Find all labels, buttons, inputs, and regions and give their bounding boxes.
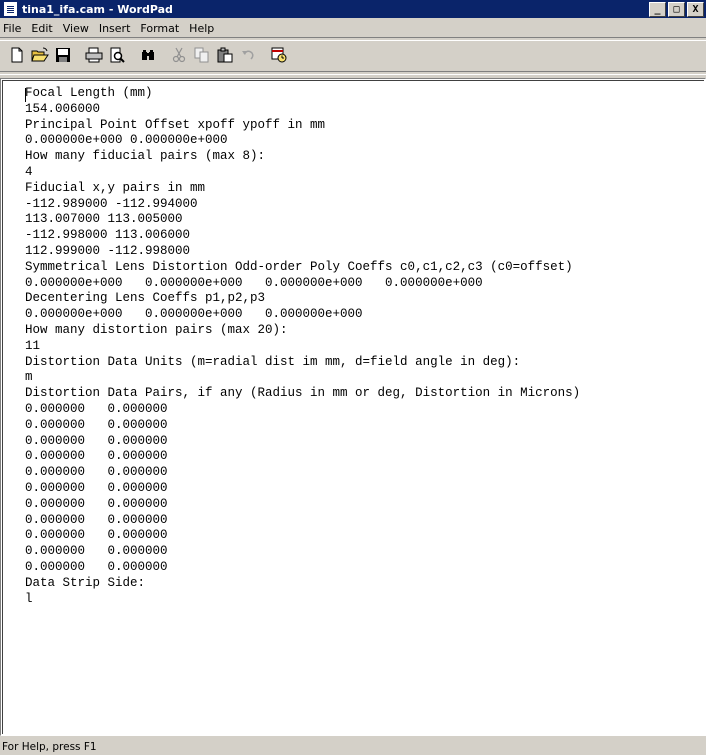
undo-icon: [242, 50, 254, 60]
document-line[interactable]: 112.999000 -112.998000: [25, 244, 580, 260]
document-line[interactable]: -112.998000 113.006000: [25, 228, 580, 244]
document-line[interactable]: 0.000000 0.000000: [25, 434, 580, 450]
print-icon: [85, 47, 103, 63]
standard-toolbar: [0, 40, 706, 70]
document-line[interactable]: Distortion Data Units (m=radial dist im …: [25, 355, 580, 371]
toolbar-divider-bottom: [0, 71, 706, 75]
document-line[interactable]: How many fiducial pairs (max 8):: [25, 149, 580, 165]
copy-button[interactable]: [191, 44, 213, 66]
document-line[interactable]: 0.000000 0.000000: [25, 560, 580, 576]
menu-view[interactable]: View: [58, 22, 94, 35]
menu-file[interactable]: File: [0, 22, 26, 35]
find-icon: [142, 50, 154, 60]
menu-insert[interactable]: Insert: [94, 22, 136, 35]
document-line[interactable]: 0.000000 0.000000: [25, 513, 580, 529]
document-line[interactable]: 4: [25, 165, 580, 181]
document-line[interactable]: 0.000000 0.000000: [25, 497, 580, 513]
document-line[interactable]: 0.000000e+000 0.000000e+000: [25, 133, 580, 149]
print-preview-button[interactable]: [106, 44, 128, 66]
document-line[interactable]: 11: [25, 339, 580, 355]
document-line[interactable]: m: [25, 370, 580, 386]
close-button[interactable]: X: [687, 1, 704, 17]
open-icon: [31, 47, 49, 62]
date-time-icon: [271, 47, 287, 63]
paste-button[interactable]: [214, 44, 236, 66]
save-icon: [56, 48, 70, 62]
document-line[interactable]: 0.000000 0.000000: [25, 481, 580, 497]
wordpad-app-icon[interactable]: [4, 2, 17, 16]
document-text[interactable]: Focal Length (mm) 154.006000 Principal Poi…: [25, 86, 580, 607]
cut-button[interactable]: [168, 44, 190, 66]
menu-bar: File Edit View Insert Format Help: [0, 19, 706, 37]
document-line[interactable]: Decentering Lens Coeffs p1,p2,p3: [25, 291, 580, 307]
find-button[interactable]: [137, 44, 159, 66]
document-line[interactable]: 0.000000e+000 0.000000e+000 0.000000e+00…: [25, 307, 580, 323]
document-line[interactable]: How many distortion pairs (max 20):: [25, 323, 580, 339]
title-bar[interactable]: tina1_ifa.cam - WordPad _ □ X: [0, 0, 706, 18]
save-button[interactable]: [52, 44, 74, 66]
document-line[interactable]: Fiducial x,y pairs in mm: [25, 181, 580, 197]
cut-icon: [172, 47, 186, 63]
document-line[interactable]: 0.000000 0.000000: [25, 449, 580, 465]
print-button[interactable]: [83, 44, 105, 66]
document-line[interactable]: l: [25, 592, 580, 608]
document-line[interactable]: Distortion Data Pairs, if any (Radius in…: [25, 386, 580, 402]
document-line[interactable]: -112.989000 -112.994000: [25, 197, 580, 213]
paste-icon: [217, 47, 233, 63]
window-title: tina1_ifa.cam - WordPad: [22, 2, 173, 16]
document-line[interactable]: 0.000000e+000 0.000000e+000 0.000000e+00…: [25, 276, 580, 292]
menu-help[interactable]: Help: [184, 22, 219, 35]
status-text: For Help, press F1: [2, 740, 97, 753]
undo-button[interactable]: [237, 44, 259, 66]
document-line[interactable]: 0.000000 0.000000: [25, 402, 580, 418]
document-line[interactable]: 0.000000 0.000000: [25, 465, 580, 481]
document-line[interactable]: Symmetrical Lens Distortion Odd-order Po…: [25, 260, 580, 276]
minimize-button[interactable]: _: [649, 1, 666, 17]
document-area[interactable]: Focal Length (mm) 154.006000 Principal Poi…: [0, 78, 706, 736]
copy-icon: [194, 47, 209, 63]
document-line[interactable]: 154.006000: [25, 102, 580, 118]
document-line[interactable]: 113.007000 113.005000: [25, 212, 580, 228]
document-line[interactable]: 0.000000 0.000000: [25, 544, 580, 560]
menu-edit[interactable]: Edit: [26, 22, 57, 35]
document-line[interactable]: 0.000000 0.000000: [25, 528, 580, 544]
window-controls: _ □ X: [649, 1, 704, 17]
new-icon: [11, 47, 23, 63]
date-time-button[interactable]: [268, 44, 290, 66]
document-line[interactable]: Focal Length (mm): [25, 86, 580, 102]
document-line[interactable]: Data Strip Side:: [25, 576, 580, 592]
status-bar: For Help, press F1: [0, 738, 706, 755]
open-button[interactable]: [29, 44, 51, 66]
document-line[interactable]: Principal Point Offset xpoff ypoff in mm: [25, 118, 580, 134]
maximize-button[interactable]: □: [668, 1, 685, 17]
menu-format[interactable]: Format: [135, 22, 184, 35]
document-line[interactable]: 0.000000 0.000000: [25, 418, 580, 434]
new-button[interactable]: [6, 44, 28, 66]
print-preview-icon: [110, 47, 125, 63]
